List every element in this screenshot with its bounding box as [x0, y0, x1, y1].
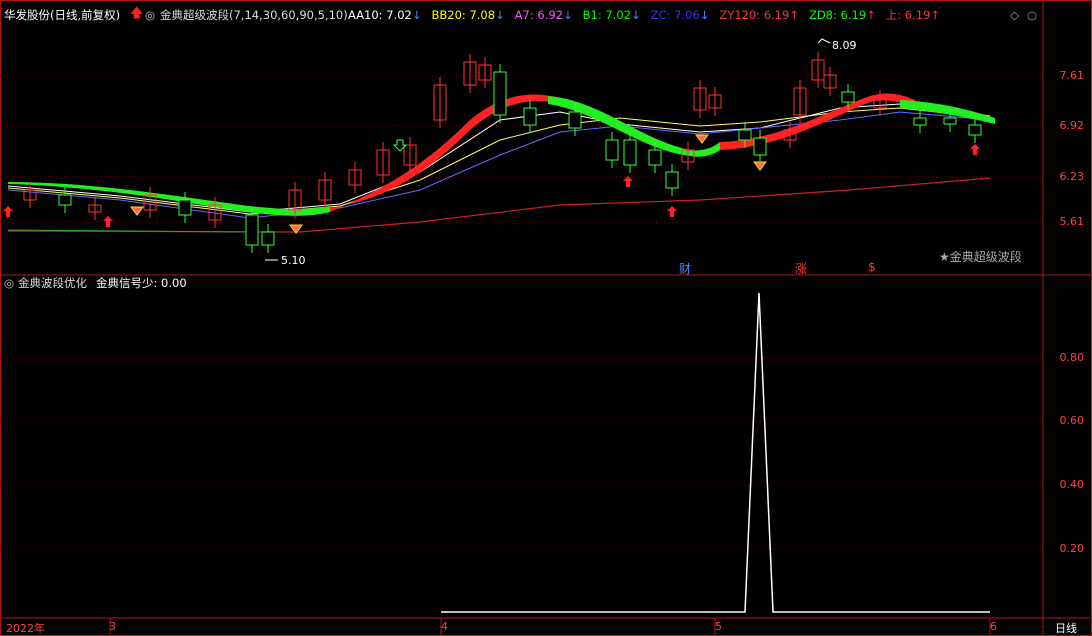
candle-body-7	[261, 231, 275, 246]
period-label[interactable]: 日线	[1055, 620, 1077, 636]
x-tick-june: 6	[990, 620, 997, 633]
indicator-arrow-7: ↑	[930, 8, 941, 22]
x-tick-march: 3	[109, 620, 116, 633]
band-green-1	[8, 182, 330, 216]
up-arrow-icon: 🡅	[130, 6, 144, 21]
signal-series-line	[441, 292, 990, 613]
watermark-caption: ★金典超级波段	[939, 250, 1022, 264]
chart-window: 华发股份(日线,前复权) 🡅 ◎ 金典超级波段(7,14,30,60,90,5,…	[0, 0, 1092, 636]
y-tick-lower-1: 0.80	[1059, 351, 1085, 364]
diamond-signal-2	[695, 134, 709, 144]
buy-arrow-0	[3, 206, 13, 217]
indicator-value-1: BB20: 7.08↓	[431, 8, 505, 22]
stock-label: 华发股份(日线,前复权)	[4, 8, 121, 22]
indicator-value-4: ZC: 7.06↓	[650, 8, 710, 22]
candle-body-32	[841, 91, 855, 103]
y-tick-upper-4: 5.61	[1059, 215, 1085, 228]
candle-body-27	[753, 137, 767, 156]
settings-icon[interactable]: ◎	[4, 276, 14, 290]
high-price-label: 8.09	[832, 39, 857, 52]
candle-body-4	[178, 199, 192, 216]
buy-arrow-3	[667, 206, 677, 217]
candle-body-21	[648, 149, 662, 166]
candle-body-36	[968, 124, 982, 136]
high-pointer	[817, 38, 831, 44]
candle-body-35	[943, 117, 957, 125]
chart-canvas	[0, 0, 1092, 636]
indicator-arrow-1: ↓	[495, 8, 505, 22]
indicator-arrow-0: ↓	[411, 8, 422, 22]
y-tick-upper-2: 6.92	[1059, 119, 1085, 132]
indicator-arrow-3: ↓	[630, 8, 641, 22]
indicator-value-3: B1: 7.02↓	[582, 8, 641, 22]
indicator-arrow-4: ↓	[699, 8, 710, 22]
candle-body-17	[523, 107, 537, 126]
indicator-arrow-2: ↓	[563, 8, 573, 22]
y-tick-lower-2: 0.60	[1059, 414, 1085, 427]
settings-icon[interactable]: ◎	[145, 8, 155, 22]
rise-marker[interactable]: 涨	[795, 260, 807, 277]
indicator-title: 金典超级波段(7,14,30,60,90,5,10)	[160, 8, 348, 22]
signal-value-label: 金典信号少: 0.00	[96, 276, 187, 290]
grid-lines	[0, 75, 1043, 636]
low-price-label: 5.10	[281, 254, 306, 267]
y-tick-upper-1: 7.61	[1059, 69, 1085, 82]
x-tick-may: 5	[715, 620, 722, 633]
candle-body-18	[568, 111, 582, 129]
diamond-icon[interactable]: ◇	[1010, 8, 1019, 22]
y-tick-lower-4: 0.20	[1059, 542, 1085, 555]
dividend-marker[interactable]: $	[868, 260, 876, 274]
candle-body-22	[665, 171, 679, 189]
indicator-value-2: A7: 6.92↓	[514, 8, 573, 22]
indicator-values: AA10: 7.02↓ BB20: 7.08↓ A7: 6.92↓ B1: 7.02↓…	[348, 8, 950, 22]
diamond-signal-0	[130, 206, 144, 216]
indicator-arrow-6: ↑	[866, 8, 876, 22]
indicator-value-0: AA10: 7.02↓	[348, 8, 422, 22]
diamond-signal-3	[753, 161, 767, 171]
buy-arrow-2	[623, 176, 633, 187]
candle-body-34	[913, 117, 927, 126]
bb20-line	[7, 107, 991, 215]
x-tick-april: 4	[441, 620, 448, 633]
candle-body-1	[58, 194, 72, 206]
candle-body-6	[245, 214, 259, 246]
candle-body-20	[623, 139, 637, 166]
y-tick-upper-3: 6.23	[1059, 170, 1085, 183]
lower-indicator-title: 金典波段优化	[18, 276, 87, 290]
indicator-value-6: ZD8: 6.19↑	[808, 8, 876, 22]
indicator-value-7: 上: 6.19↑	[885, 8, 941, 22]
candle-body-16	[493, 71, 507, 116]
buy-arrow-4	[970, 144, 980, 155]
price-pane	[3, 38, 995, 261]
candle-body-19	[605, 139, 619, 161]
y-tick-lower-3: 0.40	[1059, 478, 1085, 491]
indicator-arrow-5: ↑	[789, 8, 799, 22]
signal-pane	[440, 292, 991, 613]
circle-icon[interactable]: ○	[1027, 8, 1037, 22]
indicator-value-5: ZY120: 6.19↑	[719, 8, 799, 22]
x-tick-year: 2022年	[6, 622, 45, 635]
finance-marker[interactable]: 财	[679, 260, 691, 277]
candle-body-26	[738, 129, 752, 141]
